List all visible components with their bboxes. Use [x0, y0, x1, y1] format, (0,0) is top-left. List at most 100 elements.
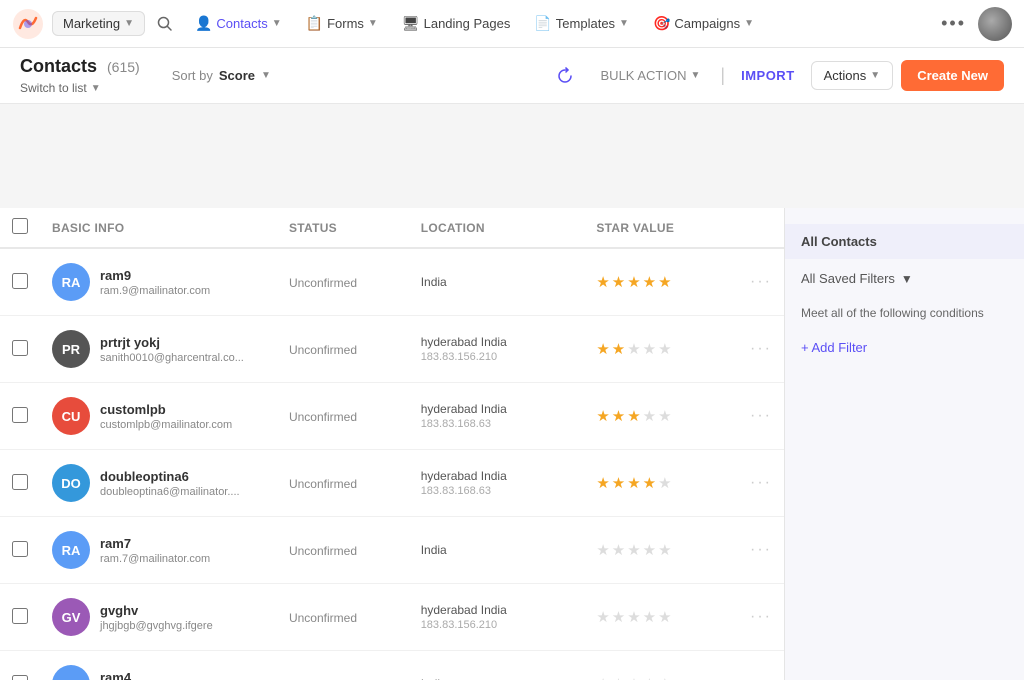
contact-stars[interactable]: ★★★★★ [584, 316, 738, 383]
contact-status: Unconfirmed [277, 517, 409, 584]
contact-basic-info: DO doubleoptina6 doubleoptina6@mailinato… [40, 450, 277, 517]
star-empty-icon: ★ [658, 541, 671, 559]
contact-name[interactable]: ram4 [100, 670, 210, 680]
contact-avatar: RA [52, 263, 90, 301]
contact-name[interactable]: ram7 [100, 536, 210, 551]
table-row: PR prtrjt yokj sanith0010@gharcentral.co… [0, 316, 784, 383]
app-logo[interactable] [12, 8, 44, 40]
contact-location: India [409, 517, 585, 584]
contact-status: Unconfirmed [277, 450, 409, 517]
contact-stars[interactable]: ★★★★★ [584, 651, 738, 680]
contact-name[interactable]: customlpb [100, 402, 232, 417]
header-star-value: Star Value [584, 208, 738, 248]
sort-value[interactable]: Score [219, 68, 255, 83]
status-badge: Unconfirmed [289, 343, 357, 357]
contact-basic-info: PR prtrjt yokj sanith0010@gharcentral.co… [40, 316, 277, 383]
import-button[interactable]: IMPORT [733, 68, 803, 83]
header-actions [738, 208, 784, 248]
row-more-actions[interactable]: ··· [738, 248, 784, 316]
row-checkbox[interactable] [12, 407, 28, 423]
search-button[interactable] [149, 8, 181, 40]
workspace-chevron-icon: ▼ [124, 18, 134, 29]
row-checkbox[interactable] [12, 608, 28, 624]
sidebar-all-contacts[interactable]: All Contacts [785, 224, 1024, 259]
create-new-button[interactable]: Create New [901, 60, 1004, 91]
sort-chevron-icon[interactable]: ▼ [261, 70, 271, 81]
contact-name[interactable]: ram9 [100, 268, 210, 283]
refresh-button[interactable] [549, 60, 581, 92]
contacts-table: Basic Info Status Location Star Value RA… [0, 208, 784, 680]
contact-basic-info: RA ram9 ram.9@mailinator.com [40, 248, 277, 316]
nav-landing-pages[interactable]: 🖥 Landing Pages [392, 11, 521, 36]
star-empty-icon: ★ [612, 608, 625, 626]
nav-contacts[interactable]: 👤 Contacts ▼ [185, 11, 292, 36]
sidebar-saved-filters[interactable]: All Saved Filters ▼ [785, 263, 1024, 294]
row-more-icon[interactable]: ··· [750, 407, 772, 424]
star-filled-icon: ★ [627, 407, 640, 425]
contact-name[interactable]: doubleoptina6 [100, 469, 240, 484]
row-more-icon[interactable]: ··· [750, 340, 772, 357]
user-avatar[interactable] [978, 7, 1012, 41]
star-empty-icon: ★ [612, 541, 625, 559]
star-filled-icon: ★ [596, 474, 609, 492]
row-checkbox[interactable] [12, 675, 28, 680]
contact-location: hyderabad India 183.83.168.63 [409, 383, 585, 450]
contact-name[interactable]: prtrjt yokj [100, 335, 244, 350]
contact-stars[interactable]: ★★★★★ [584, 383, 738, 450]
star-empty-icon: ★ [658, 474, 671, 492]
row-checkbox[interactable] [12, 340, 28, 356]
star-empty-icon: ★ [643, 541, 656, 559]
workspace-selector[interactable]: Marketing ▼ [52, 11, 145, 36]
forms-icon: 📋 [306, 15, 323, 32]
star-empty-icon: ★ [627, 608, 640, 626]
row-more-actions[interactable]: ··· [738, 584, 784, 651]
row-more-icon[interactable]: ··· [750, 608, 772, 625]
select-all-checkbox[interactable] [12, 218, 28, 234]
switch-to-list[interactable]: Switch to list ▼ [20, 81, 140, 95]
status-badge: Unconfirmed [289, 477, 357, 491]
star-filled-icon: ★ [643, 474, 656, 492]
add-filter-button[interactable]: + Add Filter [785, 332, 1024, 363]
contact-stars[interactable]: ★★★★★ [584, 450, 738, 517]
star-filled-icon: ★ [596, 407, 609, 425]
table-row: GV gvghv jhgjbgb@gvghvg.ifgere Unconfirm… [0, 584, 784, 651]
row-more-actions[interactable]: ··· [738, 517, 784, 584]
row-more-actions[interactable]: ··· [738, 651, 784, 680]
actions-button[interactable]: Actions ▼ [811, 61, 894, 90]
row-more-icon[interactable]: ··· [750, 675, 772, 680]
star-empty-icon: ★ [658, 340, 671, 358]
row-more-actions[interactable]: ··· [738, 383, 784, 450]
row-checkbox[interactable] [12, 541, 28, 557]
row-checkbox-cell [0, 383, 40, 450]
row-checkbox[interactable] [12, 273, 28, 289]
switch-chevron-icon: ▼ [91, 83, 101, 94]
filter-icon: ▼ [901, 272, 913, 286]
page-title: Contacts [20, 56, 97, 77]
header-status: Status [277, 208, 409, 248]
row-checkbox-cell [0, 316, 40, 383]
contact-email: customlpb@mailinator.com [100, 419, 232, 431]
row-checkbox[interactable] [12, 474, 28, 490]
contact-stars[interactable]: ★★★★★ [584, 248, 738, 316]
nav-campaigns[interactable]: 🎯 Campaigns ▼ [643, 11, 764, 36]
nav-forms[interactable]: 📋 Forms ▼ [296, 11, 388, 36]
nav-more-button[interactable]: ••• [933, 9, 974, 38]
contact-location-city: hyderabad India [421, 402, 573, 416]
header-checkbox-cell [0, 208, 40, 248]
contact-stars[interactable]: ★★★★★ [584, 517, 738, 584]
contact-name[interactable]: gvghv [100, 603, 213, 618]
row-more-actions[interactable]: ··· [738, 450, 784, 517]
row-checkbox-cell [0, 584, 40, 651]
contact-email: ram.7@mailinator.com [100, 553, 210, 565]
row-more-icon[interactable]: ··· [750, 273, 772, 290]
star-filled-icon: ★ [612, 474, 625, 492]
row-more-icon[interactable]: ··· [750, 474, 772, 491]
header-location: Location [409, 208, 585, 248]
campaigns-icon: 🎯 [653, 15, 670, 32]
row-more-icon[interactable]: ··· [750, 541, 772, 558]
nav-templates[interactable]: 📄 Templates ▼ [524, 11, 639, 36]
contact-stars[interactable]: ★★★★★ [584, 584, 738, 651]
row-more-actions[interactable]: ··· [738, 316, 784, 383]
bulk-action-button[interactable]: BULK ACTION ▼ [589, 62, 713, 89]
contact-location: India [409, 248, 585, 316]
